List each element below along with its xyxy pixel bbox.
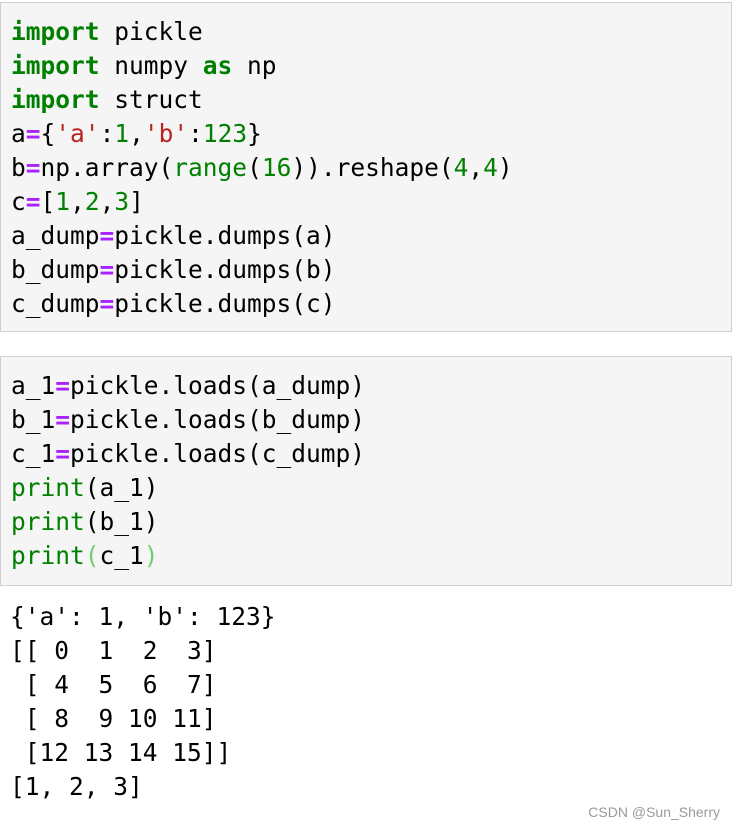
code-token: ,	[468, 153, 484, 182]
code-token: (a_1)	[84, 473, 159, 502]
code-line: print(c_1)	[11, 539, 365, 573]
code-token: 4	[483, 153, 498, 182]
code-token: =	[25, 119, 41, 148]
code-token: )).reshape(	[291, 153, 454, 182]
code-token: c_1	[99, 541, 144, 570]
code-cell-1[interactable]: import pickle import numpy as np import st…	[0, 2, 732, 332]
code-token: pickle.loads(a_dump)	[70, 371, 366, 400]
code-token: 3	[114, 187, 130, 216]
code-token: pickle.dumps(b)	[114, 255, 336, 284]
code-token: import	[11, 51, 100, 80]
code-token: pickle.dumps(a)	[114, 221, 336, 250]
code-token: np	[232, 51, 277, 80]
code-token: import	[11, 85, 100, 114]
code-token: 'a'	[55, 119, 100, 148]
code-token: ,	[70, 187, 85, 216]
code-token: :	[188, 119, 203, 148]
code-line: print(b_1)	[11, 505, 365, 539]
code-token: =	[55, 439, 71, 468]
code-token: struct	[99, 85, 203, 114]
code-line: a_dump=pickle.dumps(a)	[11, 219, 513, 253]
code-line: c=[1,2,3]	[11, 185, 513, 219]
code-token: pickle.dumps(c)	[114, 289, 336, 318]
code-token: =	[99, 221, 115, 250]
code-token: (b_1)	[84, 507, 159, 536]
code-token: [	[40, 187, 56, 216]
code-token: )	[497, 153, 513, 182]
code-token: =	[25, 153, 41, 182]
code-token: as	[202, 51, 233, 80]
code-token: =	[55, 371, 71, 400]
output-line: {'a': 1, 'b': 123}	[10, 602, 276, 631]
code-token: =	[55, 405, 71, 434]
code-token: ,	[129, 119, 144, 148]
code-token: )	[143, 541, 159, 570]
code-token: {	[40, 119, 56, 148]
code-token: 1	[114, 119, 130, 148]
code-line: import struct	[11, 83, 513, 117]
code-token: 1	[55, 187, 71, 216]
code-token: import	[11, 17, 100, 46]
code-token: c_dump	[11, 289, 100, 318]
code-token: 'b'	[143, 119, 189, 148]
code-token: pickle.loads(c_dump)	[70, 439, 366, 468]
code-line: a_1=pickle.loads(a_dump)	[11, 369, 365, 403]
code-token: =	[25, 187, 41, 216]
code-token: a_dump	[11, 221, 100, 250]
code-line: c_1=pickle.loads(c_dump)	[11, 437, 365, 471]
output-line: [1, 2, 3]	[10, 772, 143, 801]
code-token: (	[247, 153, 262, 182]
cell-output: {'a': 1, 'b': 123} [[ 0 1 2 3] [ 4 5 6 7]…	[10, 600, 276, 804]
code-token: b	[11, 153, 26, 182]
code-token: ]	[129, 187, 144, 216]
code-token: =	[99, 289, 115, 318]
code-token: range	[173, 153, 248, 182]
code-line: import numpy as np	[11, 49, 513, 83]
code-line: b_dump=pickle.dumps(b)	[11, 253, 513, 287]
output-line: [12 13 14 15]]	[10, 738, 232, 767]
code-token: print	[11, 507, 85, 536]
watermark: CSDN @Sun_Sherry	[588, 804, 720, 820]
code-token: c	[11, 187, 26, 216]
code-editor-1[interactable]: import pickle import numpy as np import st…	[11, 15, 513, 321]
code-line: b_1=pickle.loads(b_dump)	[11, 403, 365, 437]
code-line: c_dump=pickle.dumps(c)	[11, 287, 513, 321]
code-line: print(a_1)	[11, 471, 365, 505]
code-token: numpy	[99, 51, 203, 80]
code-cell-2[interactable]: a_1=pickle.loads(a_dump) b_1=pickle.loads…	[0, 356, 732, 586]
code-token: pickle	[99, 17, 203, 46]
code-token: b_1	[11, 405, 56, 434]
code-token: 2	[84, 187, 100, 216]
code-token: a_1	[11, 371, 56, 400]
code-token: np.array(	[40, 153, 174, 182]
output-line: [ 8 9 10 11]	[10, 704, 217, 733]
code-token: 4	[453, 153, 469, 182]
code-token: ,	[99, 187, 115, 216]
code-line: b=np.array(range(16)).reshape(4,4)	[11, 151, 513, 185]
code-token: 123	[202, 119, 248, 148]
code-token: print	[11, 541, 85, 570]
code-token: a	[11, 119, 26, 148]
code-token: }	[247, 119, 262, 148]
code-token: pickle.loads(b_dump)	[70, 405, 366, 434]
code-token: print	[11, 473, 85, 502]
code-token: 16	[261, 153, 292, 182]
code-editor-2[interactable]: a_1=pickle.loads(a_dump) b_1=pickle.loads…	[11, 369, 365, 573]
code-token: =	[99, 255, 115, 284]
output-line: [[ 0 1 2 3]	[10, 636, 217, 665]
code-token: c_1	[11, 439, 56, 468]
code-token: :	[99, 119, 115, 148]
output-line: [ 4 5 6 7]	[10, 670, 217, 699]
code-line: import pickle	[11, 15, 513, 49]
code-token: (	[84, 541, 100, 570]
code-token: b_dump	[11, 255, 100, 284]
code-line: a={'a':1,'b':123}	[11, 117, 513, 151]
